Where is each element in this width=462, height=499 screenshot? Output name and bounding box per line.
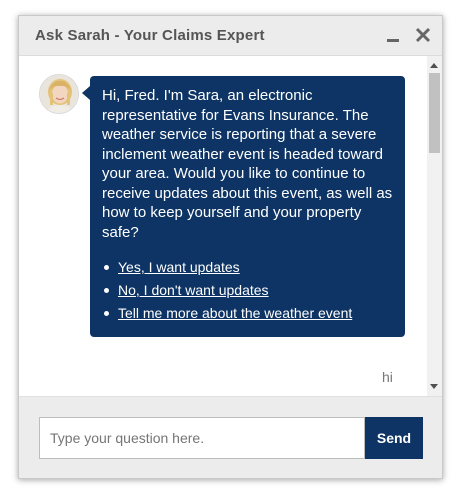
bubble-tail (82, 86, 90, 100)
message-list[interactable]: Hi, Fred. I'm Sara, an electronic repres… (19, 56, 429, 396)
close-icon (415, 27, 431, 43)
reply-option: Yes, I want updates (102, 256, 393, 279)
minimize-button[interactable] (383, 24, 405, 46)
option-more-info-link[interactable]: Tell me more about the weather event (118, 305, 352, 321)
window-title: Ask Sarah - Your Claims Expert (35, 27, 265, 44)
reply-option: Tell me more about the weather event (102, 302, 393, 325)
agent-avatar (39, 74, 79, 114)
scroll-down-arrow-icon[interactable] (430, 384, 438, 389)
option-yes-updates-link[interactable]: Yes, I want updates (118, 259, 240, 275)
bullet-icon (104, 288, 109, 293)
minimize-icon (387, 39, 399, 42)
send-button[interactable]: Send (365, 417, 423, 459)
close-button[interactable] (413, 24, 435, 46)
option-no-updates-link[interactable]: No, I don't want updates (118, 282, 269, 298)
scroll-thumb[interactable] (429, 73, 440, 153)
scrollbar[interactable] (427, 56, 442, 396)
bullet-icon (104, 311, 109, 316)
user-message: hi (382, 369, 393, 385)
title-bar: Ask Sarah - Your Claims Expert (19, 16, 442, 56)
reply-option: No, I don't want updates (102, 279, 393, 302)
reply-options: Yes, I want updates No, I don't want upd… (102, 256, 393, 325)
scroll-up-arrow-icon[interactable] (430, 63, 438, 68)
composer: Send (19, 396, 442, 478)
question-input[interactable] (39, 417, 365, 459)
agent-message-bubble: Hi, Fred. I'm Sara, an electronic repres… (90, 76, 405, 337)
chat-window: Ask Sarah - Your Claims Expert Hi, Fred.… (18, 15, 443, 479)
agent-message-text: Hi, Fred. I'm Sara, an electronic repres… (102, 87, 393, 241)
bullet-icon (104, 265, 109, 270)
